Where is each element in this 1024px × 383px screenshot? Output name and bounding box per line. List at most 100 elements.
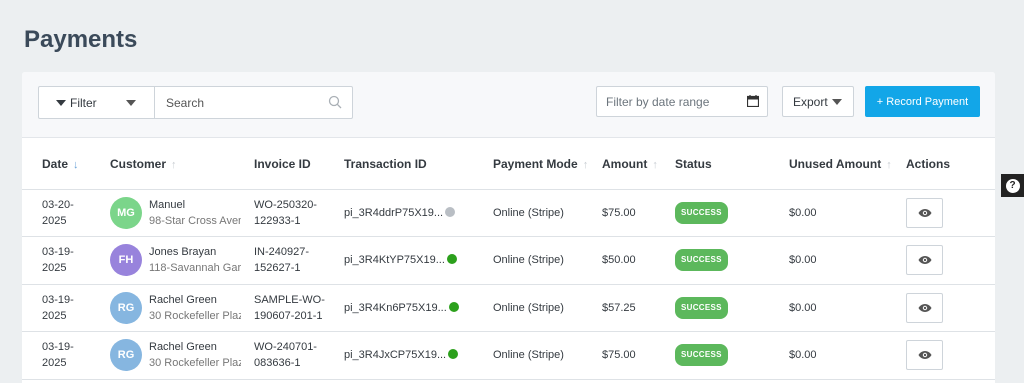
customer-address: 98-Star Cross Aven [149, 214, 241, 227]
status-badge: SUCCESS [675, 201, 728, 224]
status-badge: SUCCESS [675, 296, 728, 319]
search-wrapper [155, 87, 352, 118]
column-header-actions: Actions [906, 139, 995, 190]
filter-label: Filter [70, 95, 97, 110]
actions-cell [906, 331, 995, 380]
view-button[interactable] [906, 245, 943, 276]
customer-cell[interactable]: FH Jones Brayan 118-Savannah Garc [110, 236, 254, 285]
eye-icon [918, 303, 931, 312]
chevron-down-icon [832, 99, 842, 105]
quickbooks-icon[interactable] [448, 301, 459, 312]
status-cell: SUCCESS [675, 236, 789, 285]
date-cell: 03-19- 2025 [22, 236, 110, 285]
customer-name: Manuel [149, 198, 186, 211]
sort-arrow-icon[interactable]: ↓ [73, 159, 79, 171]
customer-cell[interactable]: MG Manuel 98-Star Cross Aven [110, 189, 254, 237]
unused-amount-cell: $0.00 [789, 189, 906, 237]
customer-address: 30 Rockefeller Plaz [149, 357, 241, 370]
column-header-status: Status [675, 139, 789, 190]
toolbar: Filter Filter by date range Export [22, 72, 995, 138]
transaction-id-cell: pi_3R4KtYP75X19... [344, 236, 493, 285]
status-cell: SUCCESS [675, 331, 789, 380]
quickbooks-icon[interactable] [446, 254, 457, 265]
calendar-icon [747, 95, 759, 107]
status-cell: SUCCESS [675, 189, 789, 237]
invoice-id-cell[interactable]: WO-240701- 083636-1 [254, 331, 344, 380]
date-range-placeholder: Filter by date range [606, 94, 710, 109]
invoice-id-cell[interactable]: IN-240927- 152627-1 [254, 236, 344, 285]
transaction-id-cell: pi_3R4Kn6P75X19... [344, 284, 493, 332]
customer-cell[interactable]: RG Rachel Green 30 Rockefeller Plaz [110, 331, 254, 380]
funnel-icon [56, 99, 66, 106]
status-badge: SUCCESS [675, 344, 728, 367]
table-row[interactable]: 03-20- 2025 MG Manuel 98-Star Cross Aven WO… [22, 189, 995, 237]
view-button[interactable] [906, 340, 943, 371]
column-header-amount[interactable]: Amount ↑ [602, 139, 675, 190]
filter-search-group: Filter [38, 86, 353, 119]
sort-arrow-icon[interactable]: ↑ [583, 159, 589, 171]
status-cell: SUCCESS [675, 284, 789, 332]
actions-cell [906, 236, 995, 285]
table-row[interactable]: 03-19- 2025 FH Jones Brayan 118-Savannah Ga… [22, 236, 995, 285]
customer-address: 30 Rockefeller Plaz [149, 309, 241, 322]
table-row[interactable]: 03-19- 2025 RG Rachel Green 30 Rockefeller … [22, 331, 995, 380]
avatar: FH [110, 244, 142, 277]
sort-arrow-icon[interactable]: ↑ [886, 159, 892, 171]
export-label: Export [793, 94, 828, 109]
search-input[interactable] [155, 87, 352, 118]
date-range-input[interactable]: Filter by date range [596, 86, 768, 117]
transaction-id-cell: pi_3R4JxCP75X19... [344, 331, 493, 380]
quickbooks-icon[interactable] [448, 349, 459, 360]
view-button[interactable] [906, 292, 943, 323]
actions-cell [906, 189, 995, 237]
transaction-id-cell: pi_3R4ddrP75X19... [344, 189, 493, 237]
eye-icon [918, 208, 931, 217]
avatar: RG [110, 291, 142, 324]
sort-arrow-icon[interactable]: ↑ [652, 159, 658, 171]
view-button[interactable] [906, 197, 943, 228]
record-payment-button[interactable]: + Record Payment [865, 86, 980, 117]
payment-mode-cell: Online (Stripe) [493, 189, 602, 237]
column-header-date[interactable]: Date ↓ [22, 139, 110, 190]
help-button[interactable]: ? [1001, 174, 1024, 197]
amount-cell: $57.25 [602, 284, 675, 332]
column-header-invoice-id: Invoice ID [254, 139, 344, 190]
payment-mode-cell: Online (Stripe) [493, 331, 602, 380]
eye-icon [918, 256, 931, 265]
table-row[interactable]: 03-19- 2025 RG Rachel Green 30 Rockefeller … [22, 284, 995, 332]
date-cell: 03-19- 2025 [22, 284, 110, 332]
column-header-customer[interactable]: Customer ↑ [110, 139, 254, 190]
unused-amount-cell: $0.00 [789, 236, 906, 285]
export-button[interactable]: Export [782, 86, 854, 117]
amount-cell: $75.00 [602, 331, 675, 380]
table-header-row: Date ↓ Customer ↑ Invoice ID Transaction I… [22, 139, 995, 190]
search-icon[interactable] [328, 95, 342, 109]
eye-icon [918, 351, 931, 360]
chevron-down-icon [126, 100, 136, 106]
actions-cell [906, 284, 995, 332]
customer-name: Rachel Green [149, 341, 217, 354]
sort-arrow-icon[interactable]: ↑ [171, 159, 177, 171]
payments-table: Date ↓ Customer ↑ Invoice ID Transaction I… [22, 139, 995, 380]
invoice-id-cell[interactable]: SAMPLE-WO- 190607-201-1 [254, 284, 344, 332]
customer-address: 118-Savannah Garc [149, 262, 241, 275]
page-title: Payments [24, 26, 138, 53]
quickbooks-icon[interactable] [445, 206, 456, 217]
payment-mode-cell: Online (Stripe) [493, 236, 602, 285]
column-header-unused-amount[interactable]: Unused Amount ↑ [789, 139, 906, 190]
column-header-transaction-id: Transaction ID [344, 139, 493, 190]
column-header-payment-mode[interactable]: Payment Mode ↑ [493, 139, 602, 190]
avatar: RG [110, 339, 142, 372]
customer-name: Jones Brayan [149, 246, 217, 259]
unused-amount-cell: $0.00 [789, 331, 906, 380]
date-cell: 03-20- 2025 [22, 189, 110, 237]
filter-button[interactable]: Filter [39, 87, 155, 118]
invoice-id-cell[interactable]: WO-250320- 122933-1 [254, 189, 344, 237]
date-cell: 03-19- 2025 [22, 331, 110, 380]
amount-cell: $75.00 [602, 189, 675, 237]
status-badge: SUCCESS [675, 249, 728, 272]
customer-cell[interactable]: RG Rachel Green 30 Rockefeller Plaz [110, 284, 254, 332]
customer-name: Rachel Green [149, 293, 217, 306]
amount-cell: $50.00 [602, 236, 675, 285]
help-icon: ? [1005, 178, 1020, 193]
